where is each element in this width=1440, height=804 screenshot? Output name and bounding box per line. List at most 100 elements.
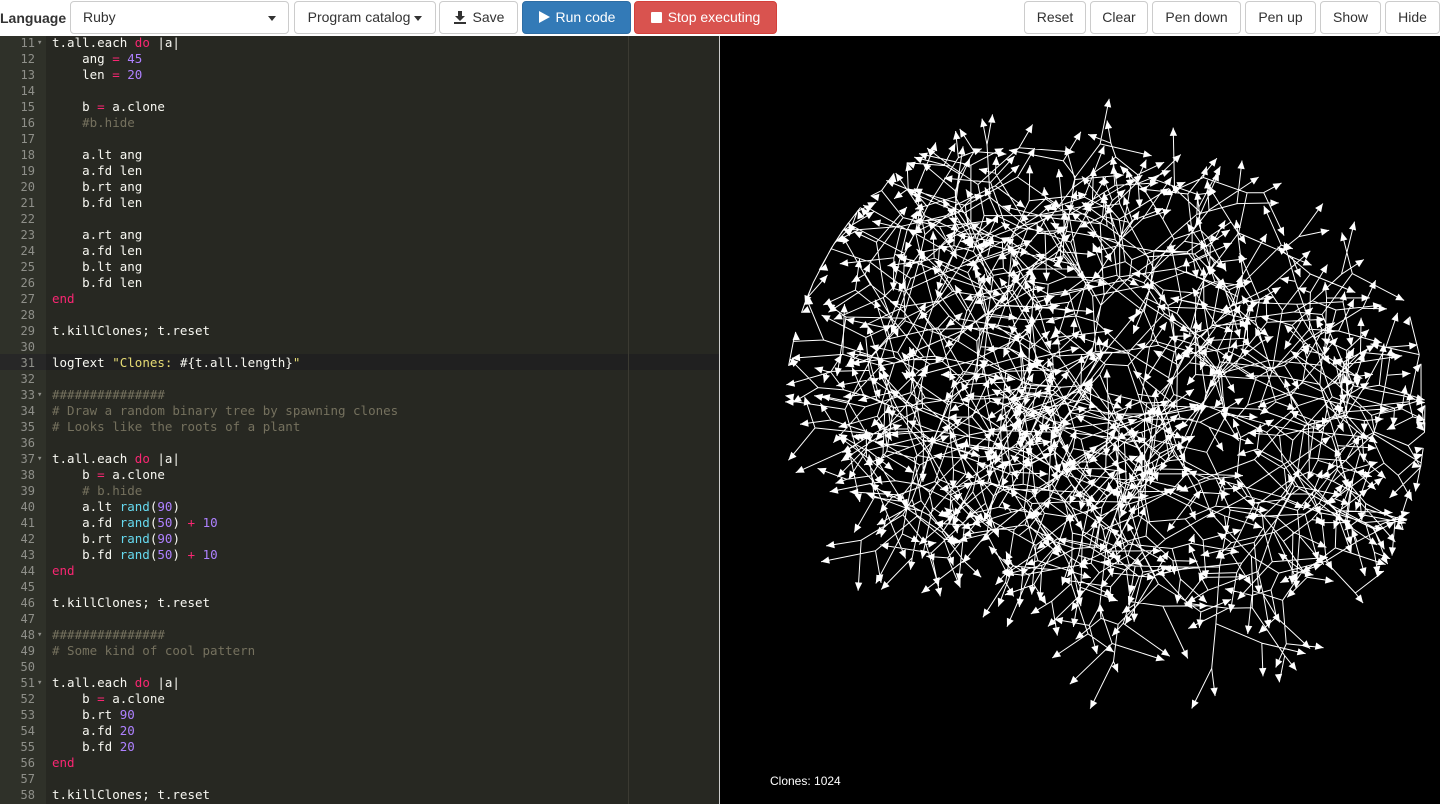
- line-number: 44: [20, 564, 35, 578]
- code-token: a.fd len: [52, 243, 143, 258]
- line-number: 27: [20, 292, 35, 306]
- reset-button[interactable]: Reset: [1024, 1, 1086, 34]
- code-token: 20: [119, 739, 135, 754]
- code-line: 27 end: [0, 291, 719, 307]
- line-number: 36: [20, 436, 35, 450]
- code-text: a.fd rand(50) + 10: [52, 515, 218, 531]
- code-token: do: [134, 36, 150, 50]
- turtle-paths: [785, 98, 1426, 709]
- fold-arrow-icon[interactable]: ▾: [37, 36, 42, 51]
- code-text: end: [52, 563, 75, 579]
- code-line: 37 ▾ t.all.each do |a|: [0, 451, 719, 467]
- code-token: |a|: [149, 451, 180, 466]
- code-line: 35 # Looks like the roots of a plant: [0, 419, 719, 435]
- show-button[interactable]: Show: [1320, 1, 1381, 34]
- line-number: 31: [20, 356, 35, 370]
- code-token: b.fd len: [52, 275, 143, 290]
- code-token: t.all.each: [52, 451, 135, 466]
- code-text: a.lt ang: [52, 147, 142, 163]
- code-line: 25 b.lt ang: [0, 259, 719, 275]
- line-number: 32: [20, 372, 35, 386]
- code-line: 19 a.fd len: [0, 163, 719, 179]
- code-line: 40 a.lt rand(90): [0, 499, 719, 515]
- line-number: 18: [20, 148, 35, 162]
- code-text: b.lt ang: [52, 259, 142, 275]
- code-text: ###############: [52, 627, 165, 643]
- line-number: 56: [20, 756, 35, 770]
- pen-down-button[interactable]: Pen down: [1152, 1, 1241, 34]
- code-token: len: [52, 67, 113, 82]
- code-token: ###############: [52, 627, 165, 642]
- code-text: b.rt ang: [52, 179, 142, 195]
- code-token: 90: [157, 531, 173, 546]
- clear-button[interactable]: Clear: [1090, 1, 1148, 34]
- turtle-drawing: [785, 98, 1426, 709]
- code-text: a.fd len: [52, 163, 142, 179]
- line-number: 54: [20, 724, 35, 738]
- code-line: 14: [0, 83, 719, 99]
- line-number: 53: [20, 708, 35, 722]
- code-line: 36: [0, 435, 719, 451]
- stop-icon: [650, 11, 662, 23]
- code-text: b = a.clone: [52, 467, 165, 483]
- code-line: 47: [0, 611, 719, 627]
- fold-arrow-icon[interactable]: ▾: [37, 451, 42, 467]
- code-line: 58 t.killClones; t.reset: [0, 787, 719, 803]
- code-line: 16 #b.hide: [0, 115, 719, 131]
- code-token: a.fd len: [52, 163, 143, 178]
- code-token: #b.hide: [52, 115, 135, 130]
- toolbar: Language Ruby Program catalog Save Run c…: [0, 0, 1440, 36]
- code-token: ang: [52, 51, 113, 66]
- code-token: b: [52, 467, 98, 482]
- pen-up-button[interactable]: Pen up: [1245, 1, 1316, 34]
- code-token: a.clone: [104, 467, 165, 482]
- language-label: Language: [0, 10, 67, 26]
- code-editor[interactable]: 11 ▾ t.all.each do |a| 12 ang = 45 13 len = …: [0, 36, 719, 804]
- code-line: 41 a.fd rand(50) + 10: [0, 515, 719, 531]
- line-number: 47: [20, 612, 35, 626]
- code-token: t.killClones; t.reset: [52, 787, 211, 802]
- fold-arrow-icon[interactable]: ▾: [37, 675, 42, 691]
- save-button[interactable]: Save: [439, 1, 518, 34]
- run-code-button[interactable]: Run code: [522, 1, 631, 34]
- code-text: b.fd len: [52, 275, 142, 291]
- code-text: # Looks like the roots of a plant: [52, 419, 300, 435]
- code-text: a.fd len: [52, 243, 142, 259]
- code-token: |a|: [149, 675, 180, 690]
- program-catalog-dropdown[interactable]: Program catalog: [294, 1, 436, 34]
- code-token: a.clone: [104, 691, 165, 706]
- fold-arrow-icon[interactable]: ▾: [37, 627, 42, 643]
- code-token: =: [112, 51, 120, 66]
- code-line: 44 end: [0, 563, 719, 579]
- line-number: 14: [20, 84, 35, 98]
- code-token: # Looks like the roots of a plant: [52, 419, 301, 434]
- code-text: t.killClones; t.reset: [52, 787, 210, 803]
- code-token: do: [134, 675, 150, 690]
- code-line: 21 b.fd len: [0, 195, 719, 211]
- line-number: 13: [20, 68, 35, 82]
- line-number: 28: [20, 308, 35, 322]
- line-number: 50: [20, 660, 35, 674]
- code-token: 90: [157, 499, 173, 514]
- language-select[interactable]: Ruby: [70, 1, 289, 34]
- code-token: b.lt ang: [52, 259, 143, 274]
- code-token: end: [52, 563, 75, 578]
- code-line: 48 ▾ ###############: [0, 627, 719, 643]
- line-number: 42: [20, 532, 35, 546]
- stop-executing-button[interactable]: Stop executing: [634, 1, 777, 34]
- code-line: 11 ▾ t.all.each do |a|: [0, 36, 719, 51]
- code-token: ": [292, 355, 301, 370]
- code-token: rand: [119, 499, 150, 514]
- code-line: 12 ang = 45: [0, 51, 719, 67]
- code-line: 31 logText "Clones: #{t.all.length}": [0, 355, 719, 371]
- code-text: b = a.clone: [52, 691, 165, 707]
- code-text: ang = 45: [52, 51, 142, 67]
- code-token: ###############: [52, 387, 165, 402]
- line-number: 20: [20, 180, 35, 194]
- code-line: 29 t.killClones; t.reset: [0, 323, 719, 339]
- code-line: 18 a.lt ang: [0, 147, 719, 163]
- fold-arrow-icon[interactable]: ▾: [37, 387, 42, 403]
- code-token: b.rt ang: [52, 179, 143, 194]
- hide-button[interactable]: Hide: [1385, 1, 1440, 34]
